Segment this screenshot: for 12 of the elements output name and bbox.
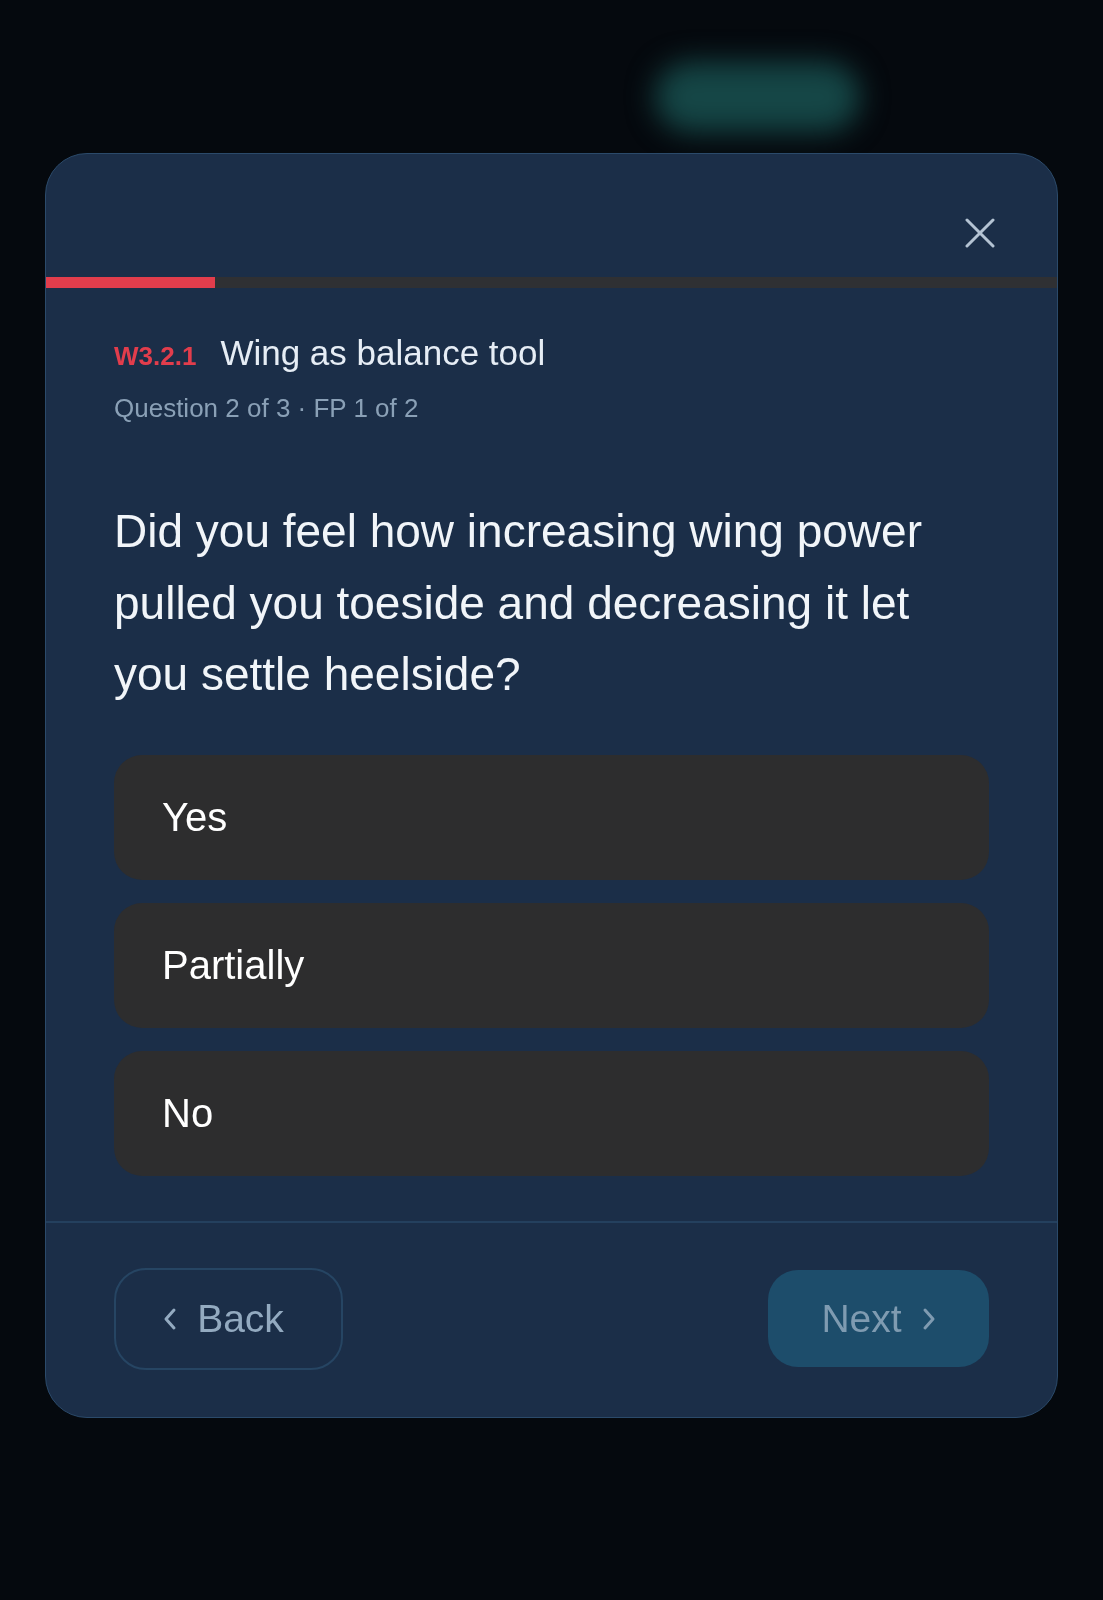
answer-option[interactable]: Yes (114, 754, 989, 880)
question-counter: Question 2 of 3 · FP 1 of 2 (114, 393, 420, 423)
close-icon (965, 218, 995, 248)
lesson-code: W3.2.1 (114, 340, 197, 373)
answer-option[interactable]: No (114, 1050, 989, 1176)
chevron-left-icon (163, 1306, 178, 1331)
close-button[interactable] (965, 218, 995, 248)
lesson-title: Wing as balance tool (220, 333, 546, 373)
back-button[interactable]: Back (114, 1267, 343, 1370)
chevron-right-icon (921, 1306, 936, 1331)
answer-option[interactable]: Partially (114, 902, 989, 1028)
question-text: Did you feel how increasing wing power pulled you toeside and decreasing it let you settle heelside? (114, 504, 923, 702)
